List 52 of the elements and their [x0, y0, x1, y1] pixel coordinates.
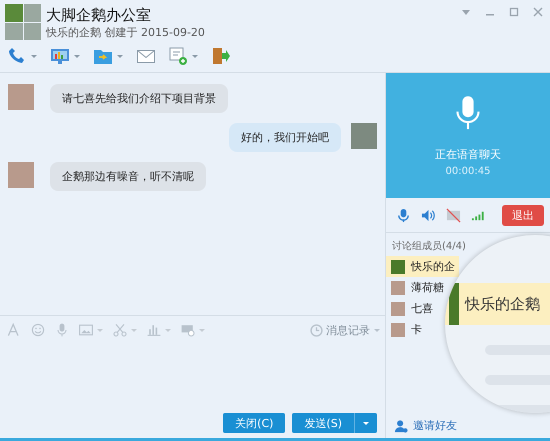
message-bubble: 好的，我们开始吧 [229, 123, 341, 152]
camera-icon[interactable] [446, 208, 461, 222]
group-info: 快乐的企鹅 创建于 2015-09-20 [46, 25, 206, 40]
caret-icon[interactable] [198, 326, 206, 334]
add-user-icon [394, 418, 408, 432]
call-timer: 00:00:45 [446, 166, 490, 177]
microphone-icon[interactable] [396, 208, 411, 222]
members-header: 讨论组成员(4/4) [391, 240, 467, 254]
avatar [391, 322, 405, 336]
avatar [391, 260, 405, 274]
avatar [391, 280, 405, 294]
caret-icon[interactable] [73, 52, 81, 60]
member-name: 快乐的企鹅 [465, 294, 540, 314]
group-avatar [5, 4, 41, 40]
bar-chart-icon[interactable] [146, 322, 162, 338]
phone-icon[interactable] [7, 46, 27, 66]
note-add-icon[interactable] [168, 46, 188, 66]
member-row[interactable]: 卡 [386, 319, 426, 340]
caret-icon[interactable] [116, 52, 124, 60]
member-row[interactable]: 快乐的企 [386, 256, 459, 277]
caret-icon[interactable] [191, 52, 199, 60]
caret-icon[interactable] [30, 52, 38, 60]
avatar [449, 283, 459, 325]
avatar [351, 123, 377, 149]
maximize-icon[interactable] [508, 6, 520, 18]
member-row[interactable]: 七喜 [386, 298, 437, 319]
history-button[interactable]: 消息记录 [310, 322, 381, 338]
caret-icon[interactable] [164, 326, 172, 334]
image-icon[interactable] [78, 322, 94, 338]
send-options-button[interactable] [355, 413, 377, 433]
caret-icon[interactable] [130, 326, 138, 334]
monitor-icon[interactable] [50, 46, 70, 66]
scissors-icon[interactable] [112, 322, 128, 338]
close-button[interactable]: 关闭(C) [223, 413, 286, 433]
member-row[interactable]: 薄荷糖 [386, 277, 448, 298]
call-status: 正在语音聊天 [435, 147, 501, 162]
message-bubble: 企鹅那边有噪音，听不清呢 [50, 162, 206, 191]
avatar [8, 84, 34, 110]
close-icon[interactable] [532, 6, 544, 18]
clock-icon [310, 324, 323, 336]
invite-friends-button[interactable]: 邀请好友 [386, 414, 465, 438]
speaker-icon[interactable] [421, 208, 436, 222]
caret-icon [362, 419, 370, 427]
exit-call-button[interactable]: 退出 [502, 204, 544, 226]
window-title: 大脚企鹅办公室 [46, 5, 152, 25]
caret-icon [373, 326, 381, 334]
send-button[interactable]: 发送(S) [292, 413, 355, 433]
screenshot-icon[interactable] [180, 322, 196, 338]
avatar [8, 162, 34, 188]
avatar [391, 302, 405, 316]
message-bubble: 请七喜先给我们介绍下项目背景 [50, 84, 228, 113]
caret-icon[interactable] [96, 326, 104, 334]
